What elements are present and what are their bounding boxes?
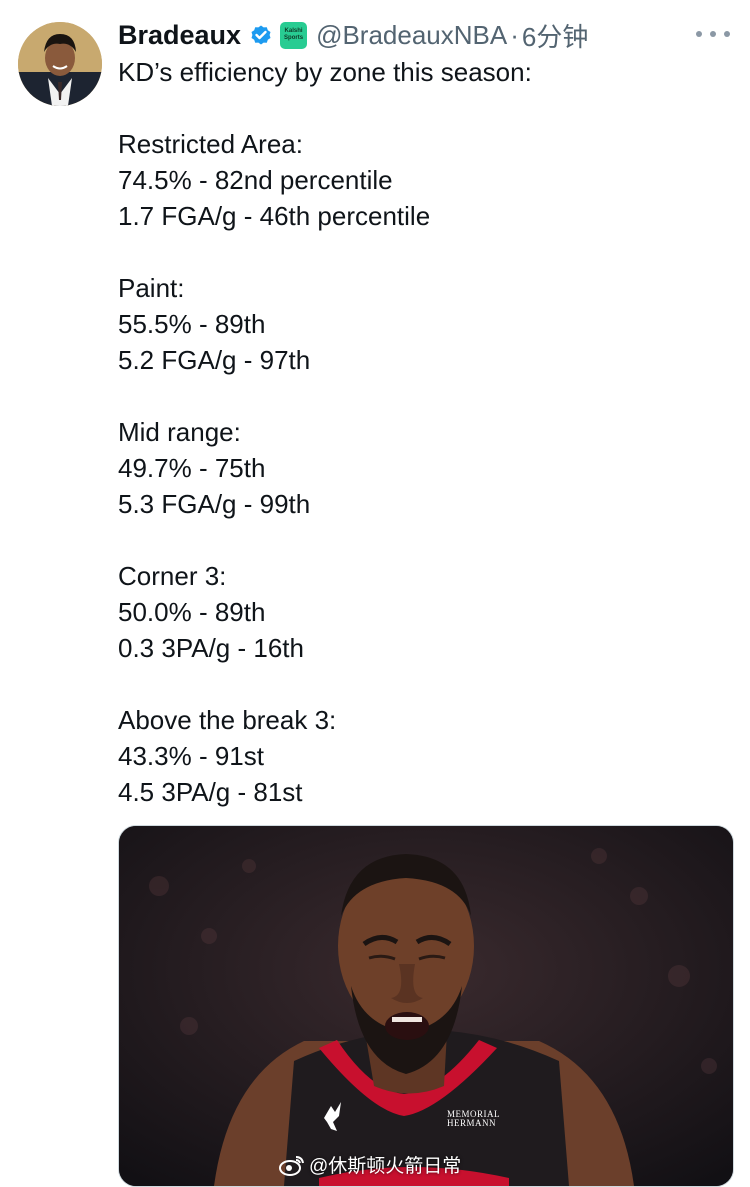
tweet-line: 1.7 FGA/g - 46th percentile <box>118 201 431 231</box>
more-options-icon[interactable] <box>696 22 730 46</box>
tweet-line: 0.3 3PA/g - 16th <box>118 633 304 663</box>
tweet-line: 50.0% - 89th <box>118 597 266 627</box>
tweet-line: Restricted Area: <box>118 129 303 159</box>
photo-watermark: @休斯顿火箭日常 <box>279 1151 461 1178</box>
author-display-name[interactable]: Bradeaux <box>118 20 241 51</box>
jersey-patch-line-2: HERMANN <box>447 1118 497 1128</box>
avatar-image <box>18 22 102 106</box>
tweet-photo[interactable]: MEMORIAL HERMANN @休斯顿火箭日常 <box>118 825 734 1187</box>
more-dot <box>724 31 730 37</box>
tweet-line: 43.3% - 91st <box>118 741 264 771</box>
watermark-text: @休斯顿火箭日常 <box>309 1156 462 1177</box>
separator-dot: · <box>510 19 519 50</box>
author-avatar[interactable] <box>18 22 102 106</box>
tweet-line: Corner 3: <box>118 561 227 591</box>
tweet-line: 4.5 3PA/g - 81st <box>118 777 303 807</box>
tweet-line: Paint: <box>118 273 185 303</box>
tweet-timestamp[interactable]: 6分钟 <box>522 17 588 54</box>
tweet-line: 74.5% - 82nd percentile <box>118 165 393 195</box>
tweet-line: KD’s efficiency by zone this season: <box>118 57 532 87</box>
tweet-line: Mid range: <box>118 417 241 447</box>
tweet-line: 49.7% - 75th <box>118 453 266 483</box>
tweet-line: Above the break 3: <box>118 705 337 735</box>
org-badge-line-2: Sports <box>284 35 304 41</box>
jersey-sponsor-patch: MEMORIAL HERMANN <box>447 1110 500 1128</box>
author-handle[interactable]: @BradeauxNBA <box>316 20 507 51</box>
verified-badge-icon <box>249 23 273 47</box>
tweet-line: 5.2 FGA/g - 97th <box>118 345 311 375</box>
kalshi-sports-badge[interactable]: Kalshi Sports <box>280 21 308 49</box>
tweet-header: Bradeaux Kalshi Sports @BradeauxNBA · 6分… <box>118 16 588 54</box>
more-dot <box>696 31 702 37</box>
more-dot <box>710 31 716 37</box>
player-photo <box>119 826 733 1186</box>
tweet-line: 55.5% - 89th <box>118 309 266 339</box>
org-badge-line-1: Kalshi <box>284 28 303 34</box>
tweet-line: 5.3 FGA/g - 99th <box>118 489 311 519</box>
tweet-text: KD’s efficiency by zone this season: Res… <box>118 54 728 810</box>
weibo-logo-icon <box>279 1155 304 1176</box>
